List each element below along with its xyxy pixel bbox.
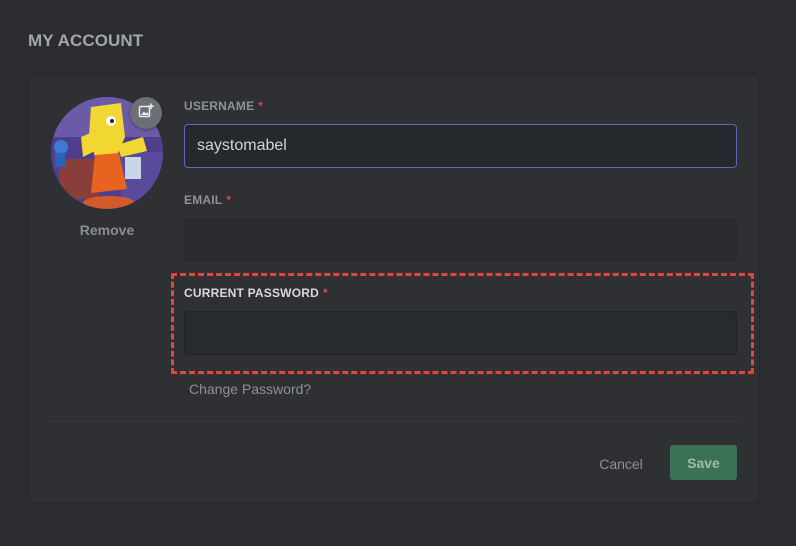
username-value: saystomabel <box>197 137 287 154</box>
username-label-text: USERNAME <box>184 99 255 113</box>
save-button[interactable]: Save <box>670 445 737 480</box>
add-image-icon <box>138 103 154 124</box>
current-password-input[interactable] <box>184 311 737 355</box>
current-password-label: CURRENT PASSWORD * <box>184 286 328 300</box>
account-settings-page: MY ACCOUNT Remove USERNAME * saystomabel… <box>0 0 796 546</box>
email-input[interactable] <box>184 218 737 262</box>
username-input[interactable]: saystomabel <box>184 124 737 168</box>
cancel-button[interactable]: Cancel <box>590 447 652 481</box>
page-title: MY ACCOUNT <box>28 31 144 50</box>
current-password-label-text: CURRENT PASSWORD <box>184 286 319 300</box>
username-label: USERNAME * <box>184 99 263 113</box>
remove-avatar-link[interactable]: Remove <box>51 222 163 238</box>
required-marker: * <box>258 99 264 113</box>
email-label-text: EMAIL <box>184 193 223 207</box>
avatar-container <box>51 97 163 209</box>
required-marker: * <box>322 286 328 300</box>
change-password-link[interactable]: Change Password? <box>189 381 311 397</box>
email-label: EMAIL * <box>184 193 231 207</box>
avatar-upload-button[interactable] <box>130 97 162 129</box>
required-marker: * <box>226 193 232 207</box>
footer-divider <box>50 421 738 422</box>
